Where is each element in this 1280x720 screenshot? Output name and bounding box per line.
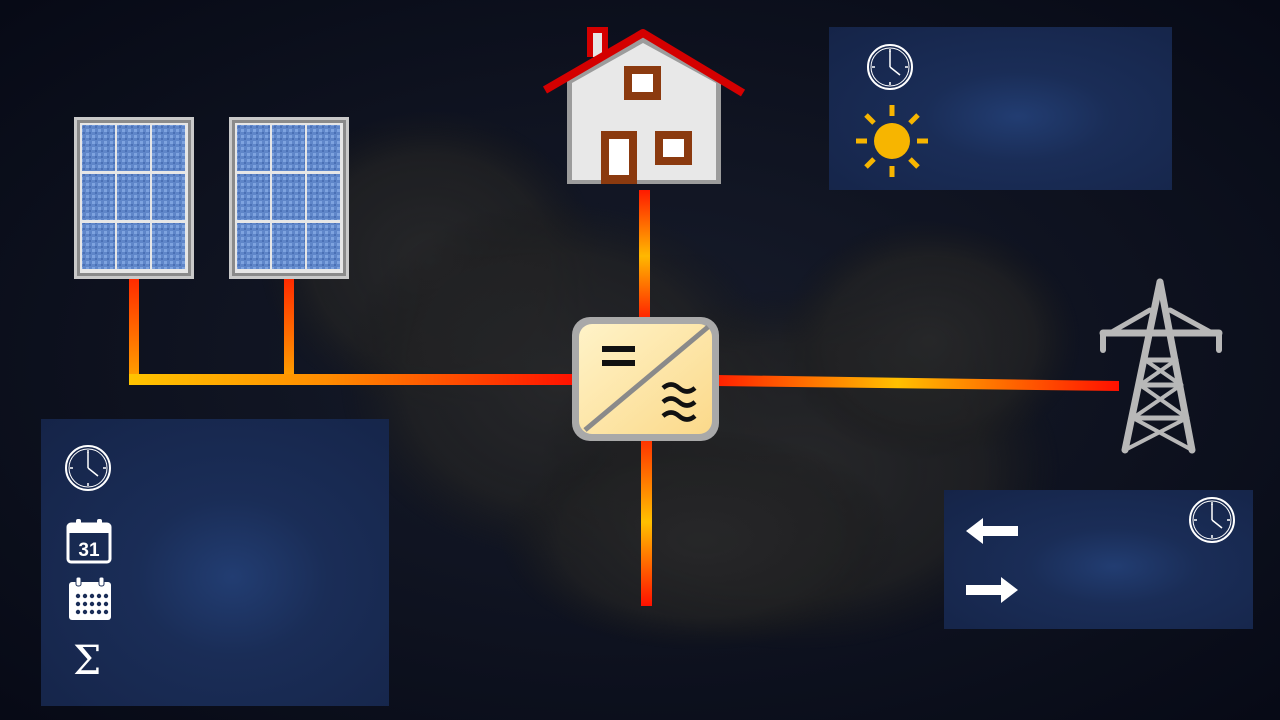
solar-panel-icon — [229, 117, 349, 279]
clock-icon — [867, 44, 913, 90]
line-panel1-down — [129, 278, 139, 384]
clock-icon — [1189, 497, 1235, 543]
solar-panel-icon — [74, 117, 194, 279]
energy-totals-panel: 31 Σ — [41, 419, 389, 706]
grid-exchange-panel — [944, 490, 1253, 629]
clock-icon — [65, 445, 111, 491]
inverter-icon — [572, 317, 719, 441]
sun-icon — [856, 105, 928, 177]
calendar-day-label: 31 — [78, 540, 100, 561]
calendar-month-icon — [69, 577, 111, 620]
calendar-day-icon: 31 — [66, 519, 112, 564]
line-inverter-down — [641, 438, 652, 606]
current-status-panel — [829, 27, 1172, 190]
sigma-icon: Σ — [73, 638, 102, 684]
line-panel2-down — [284, 278, 294, 384]
arrow-right-icon — [966, 577, 1018, 603]
arrow-left-icon — [966, 518, 1018, 544]
line-house-to-inverter — [639, 190, 650, 322]
line-panels-to-inverter — [129, 374, 577, 385]
